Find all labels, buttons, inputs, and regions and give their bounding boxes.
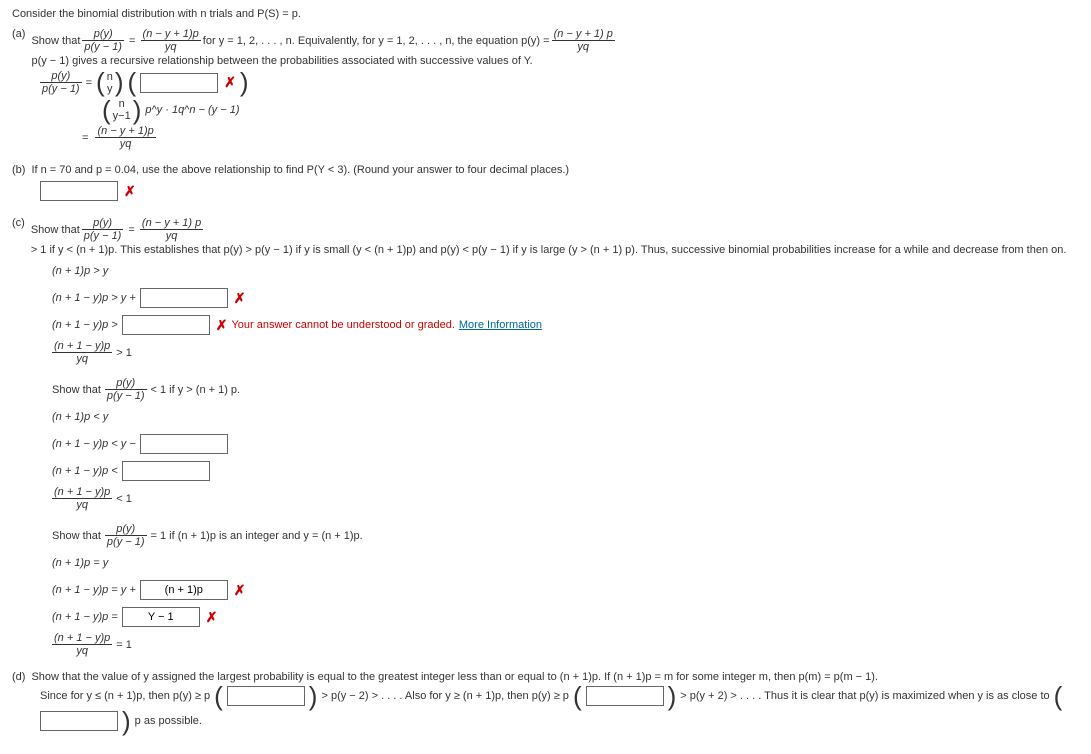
d-text4: > p(y + 2) > . . . . Thus it is clear th… [680,690,1049,702]
d-text1: Show that the value of y assigned the la… [31,671,878,683]
c-show3: Show that [52,530,101,542]
xmark-icon: ✗ [234,582,246,599]
c-frac2: (n − y + 1) p yq [140,217,203,242]
part-b: (b) If n = 70 and p = 0.04, use the abov… [12,164,1079,203]
xmark-icon: ✗ [234,290,246,307]
a-text3: p(y − 1) gives a recursive relationship … [31,55,532,67]
c-input-5[interactable] [140,580,228,600]
c-line5: (n + 1)p < y [52,405,1079,429]
c-show3-cond: = 1 if (n + 1)p is an integer and y = (n… [151,530,363,542]
xmark-icon: ✗ [206,609,218,626]
intro-text: Consider the binomial distribution with … [12,8,1079,20]
c-lt1: < 1 [116,493,132,505]
c-line-lt-frac: (n + 1 − y)p yq [52,486,112,511]
xmark-icon: ✗ [216,317,228,334]
xmark-icon: ✗ [224,74,236,91]
d-input-2[interactable] [586,686,664,706]
part-c-label: (c) [12,217,25,229]
c-frac-show2: p(y) p(y − 1) [105,377,147,402]
error-msg: Your answer cannot be understood or grad… [231,319,454,331]
a-step2-text: p^y · 1q^n − (y − 1) [145,104,239,116]
part-a-label: (a) [12,28,25,40]
c-cond1: > 1 if y < (n + 1)p. This establishes th… [31,244,1067,256]
c-show1: Show that [31,224,80,236]
c-line2: (n + 1 − y)p > y + [52,292,136,304]
part-c: (c) Show that p(y) p(y − 1) = (n − y + 1… [12,217,1079,657]
c-input-6[interactable] [122,607,200,627]
part-d: (d) Show that the value of y assigned th… [12,671,1079,732]
d-text3: > p(y − 2) > . . . . Also for y ≥ (n + 1… [321,690,568,702]
c-line9: (n + 1 − y)p = y + [52,584,136,596]
c-line8: (n + 1)p = y [52,551,1079,575]
part-a: (a) Show that p(y) p(y − 1) = (n − y + 1… [12,28,1079,150]
c-line1: (n + 1)p > y [52,259,1079,283]
binom-paren: ( n y ) [96,71,123,95]
a-step3: (n − y + 1)p yq [95,125,155,150]
frac-rhs2: (n − y + 1) p yq [552,28,615,53]
a-input-1[interactable] [140,73,218,93]
d-input-1[interactable] [227,686,305,706]
d-text5: p as possible. [135,715,202,727]
c-input-1[interactable] [140,288,228,308]
c-input-4[interactable] [122,461,210,481]
c-eq1: = 1 [116,639,132,651]
part-b-label: (b) [12,164,25,176]
c-input-2[interactable] [122,315,210,335]
more-info-link[interactable]: More Information [459,319,542,331]
d-input-3[interactable] [40,711,118,731]
a-text1: Show that [31,35,80,47]
c-line4-frac: (n + 1 − y)p yq [52,340,112,365]
c-input-3[interactable] [140,434,228,454]
c-show2-cond: < 1 if y > (n + 1) p. [151,384,241,396]
d-text2: Since for y ≤ (n + 1)p, then p(y) ≥ p [40,690,210,702]
a-text2: for y = 1, 2, . . . , n. Equivalently, f… [203,35,550,47]
a-step1-lhs: p(y) p(y − 1) [40,70,82,95]
c-line7: (n + 1 − y)p < [52,465,118,477]
frac-py-over-py1: p(y) p(y − 1) [82,28,124,53]
c-line6: (n + 1 − y)p < y − [52,438,136,450]
c-line3: (n + 1 − y)p > [52,319,118,331]
xmark-icon: ✗ [124,183,136,200]
c-line-eq-frac: (n + 1 − y)p yq [52,632,112,657]
b-text: If n = 70 and p = 0.04, use the above re… [31,164,569,176]
frac-rhs1: (n − y + 1)p yq [141,28,201,53]
c-show2: Show that [52,384,101,396]
c-line10: (n + 1 − y)p = [52,611,118,623]
c-frac-show3: p(y) p(y − 1) [105,523,147,548]
c-frac1: p(y) p(y − 1) [82,217,124,242]
part-d-label: (d) [12,671,25,683]
binom-paren2: ( n y−1 ) [102,98,141,122]
c-gt1: > 1 [116,347,132,359]
b-input[interactable] [40,181,118,201]
